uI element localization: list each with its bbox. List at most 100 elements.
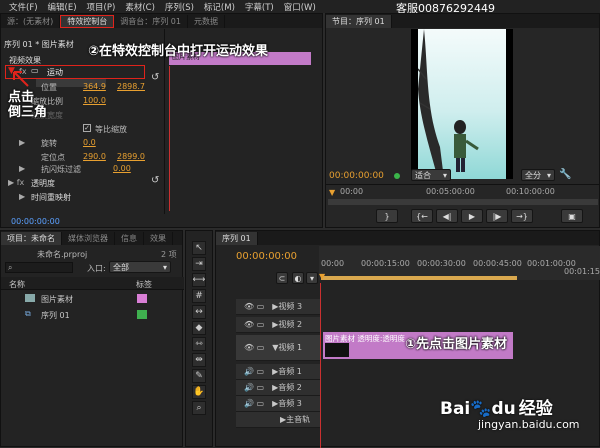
marker-icon[interactable]: ◐ <box>292 272 304 284</box>
position-y[interactable]: 2898.7 <box>117 82 145 91</box>
rotation-expand[interactable]: ▶ <box>19 138 25 147</box>
track-header-video1[interactable]: 👁 ▭ ▼ 视频 1 <box>236 335 320 361</box>
search-input[interactable]: ⌕ <box>5 262 73 273</box>
uniform-scale-label: 等比缩放 <box>95 125 127 134</box>
frame-back-button[interactable]: ◀| <box>436 209 458 223</box>
playhead-marker[interactable]: ▼ <box>329 188 335 197</box>
project-filename: 未命名.prproj <box>37 250 88 259</box>
ruler-tick: 00:05:00:00 <box>426 187 475 196</box>
time-remap-expand[interactable]: ▶ <box>19 192 25 201</box>
reset-icon[interactable]: ↺ <box>151 175 159 186</box>
ripple-tool-icon[interactable]: ⟷ <box>192 273 206 287</box>
entry-label: 入口: <box>87 264 106 273</box>
track-header-video2[interactable]: 👁 ▭ ▶ 视频 2 <box>236 317 320 333</box>
time-remap-label[interactable]: 时间重映射 <box>31 192 71 203</box>
track-header-audio3[interactable]: 🔊 ▭ ▶ 音频 3 <box>236 396 320 412</box>
track-header-video3[interactable]: 👁 ▭ ▶ 视频 3 <box>236 299 320 315</box>
ruler-tick: 00:00:15:00 <box>361 259 410 268</box>
menu-title[interactable]: 字幕(T) <box>240 1 279 13</box>
wrench-icon[interactable]: 🔧 <box>559 169 571 180</box>
scale-value[interactable]: 100.0 <box>83 96 106 105</box>
tab-source[interactable]: 源：(无素材) <box>1 15 61 28</box>
entry-dropdown[interactable]: 全部 ▾ <box>109 261 171 273</box>
motion-label[interactable]: 运动 <box>47 67 63 78</box>
rolling-tool-icon[interactable]: # <box>192 289 206 303</box>
timeline-ruler[interactable]: 00:00 00:00:15:00 00:00:30:00 00:00:45:0… <box>319 246 600 281</box>
reset-motion-icon[interactable]: ↺ <box>151 72 159 83</box>
menu-sequence[interactable]: 序列(S) <box>160 1 199 13</box>
anchor-x[interactable]: 290.0 <box>83 152 106 161</box>
tab-program[interactable]: 节目：序列 01 <box>326 15 392 28</box>
playhead-line <box>169 66 170 211</box>
pen-tool-icon[interactable]: ✎ <box>192 369 206 383</box>
step-forward-button[interactable]: →} <box>511 209 533 223</box>
track-header-master[interactable]: ▶ 主音轨 <box>236 412 320 428</box>
image-icon <box>25 294 35 302</box>
list-item[interactable]: ⧉ 序列 01 <box>1 307 184 322</box>
menu-project[interactable]: 项目(P) <box>82 1 121 13</box>
work-area-bar[interactable] <box>321 276 517 280</box>
annotation-triangle: 倒三角 <box>8 105 48 120</box>
menu-edit[interactable]: 编辑(E) <box>43 1 82 13</box>
annotation-step1: ①先点击图片素材 <box>405 337 508 352</box>
play-button[interactable]: ▶ <box>461 209 483 223</box>
col-tag[interactable]: 标签 <box>136 279 152 290</box>
program-monitor-panel: 节目：序列 01 00:00:00:00 适合 ▾ 全分 ▾ 🔧 00:00 00:… <box>325 13 600 228</box>
tab-info[interactable]: 信息 <box>115 232 144 245</box>
effect-tabbar: 源：(无素材) 特效控制台 调音台：序列 01 元数据 <box>1 14 322 28</box>
snap-icon[interactable]: ⊂ <box>276 272 288 284</box>
paw-icon: 🐾 <box>470 399 492 419</box>
sequence-icon: ⧉ <box>25 309 31 318</box>
hand-tool-icon[interactable]: ✋ <box>192 385 206 399</box>
menu-window[interactable]: 窗口(W) <box>279 1 321 13</box>
effect-header: 序列 01 * 图片素材 <box>4 40 74 49</box>
step-back-button[interactable]: {← <box>411 209 433 223</box>
menu-clip[interactable]: 素材(C) <box>120 1 160 13</box>
rotation-label: 旋转 <box>41 139 57 148</box>
add-marker-icon[interactable]: ▾ <box>306 272 318 284</box>
rate-stretch-tool-icon[interactable]: ↔ <box>192 305 206 319</box>
tab-media-browser[interactable]: 媒体浏览器 <box>62 232 115 245</box>
mark-in-button[interactable]: } <box>376 209 398 223</box>
col-name[interactable]: 名称 <box>9 279 25 290</box>
frame-forward-button[interactable]: |▶ <box>486 209 508 223</box>
item-name: 序列 01 <box>41 311 70 320</box>
list-item[interactable]: 图片素材 <box>1 291 184 306</box>
antiflicker-value[interactable]: 0.00 <box>113 164 131 173</box>
tab-effects[interactable]: 效果 <box>144 232 173 245</box>
ruler-tick: 00:01:15:00 <box>564 267 600 276</box>
track-select-tool-icon[interactable]: ⇥ <box>192 257 206 271</box>
scrub-bar[interactable] <box>328 199 598 205</box>
figure-illustration <box>417 29 479 179</box>
program-timecode[interactable]: 00:00:00:00 <box>329 171 384 181</box>
anchor-y[interactable]: 2899.0 <box>117 152 145 161</box>
position-x[interactable]: 364.9 <box>83 82 106 91</box>
effect-timecode[interactable]: 00:00:00:00 <box>11 217 60 226</box>
antiflicker-label: 抗闪烁过滤 <box>41 165 81 174</box>
track-header-audio2[interactable]: 🔊 ▭ ▶ 音频 2 <box>236 380 320 396</box>
menu-marker[interactable]: 标记(M) <box>199 1 240 13</box>
slip-tool-icon[interactable]: ⇿ <box>192 337 206 351</box>
razor-tool-icon[interactable]: ◆ <box>192 321 206 335</box>
tag-swatch <box>137 294 147 303</box>
tab-project[interactable]: 项目：未命名 <box>1 232 62 245</box>
selection-tool-icon[interactable]: ↖ <box>192 241 206 255</box>
tab-effect-controls[interactable]: 特效控制台 <box>60 15 115 28</box>
antiflicker-expand[interactable]: ▶ <box>19 164 25 173</box>
uniform-scale-checkbox[interactable]: ✓ <box>83 124 91 132</box>
tab-audio-mixer[interactable]: 调音台：序列 01 <box>114 15 188 28</box>
fit-dropdown[interactable]: 适合 ▾ <box>411 169 451 181</box>
resolution-dropdown[interactable]: 全分 ▾ <box>521 169 555 181</box>
zoom-tool-icon[interactable]: ⌕ <box>192 401 206 415</box>
track-header-audio1[interactable]: 🔊 ▭ ▶ 音频 1 <box>236 364 320 380</box>
timeline-timecode[interactable]: 00:00:00:00 <box>236 251 297 262</box>
export-frame-button[interactable]: ▣ <box>561 209 583 223</box>
opacity-label[interactable]: 透明度 <box>31 178 55 189</box>
slide-tool-icon[interactable]: ⇹ <box>192 353 206 367</box>
opacity-expand[interactable]: ▶ fx <box>8 178 24 187</box>
tab-sequence[interactable]: 序列 01 <box>216 232 258 245</box>
tab-metadata[interactable]: 元数据 <box>188 15 225 28</box>
playhead-marker[interactable]: ▼ <box>319 272 325 281</box>
menu-file[interactable]: 文件(F) <box>4 1 43 13</box>
rotation-value[interactable]: 0.0 <box>83 138 96 147</box>
